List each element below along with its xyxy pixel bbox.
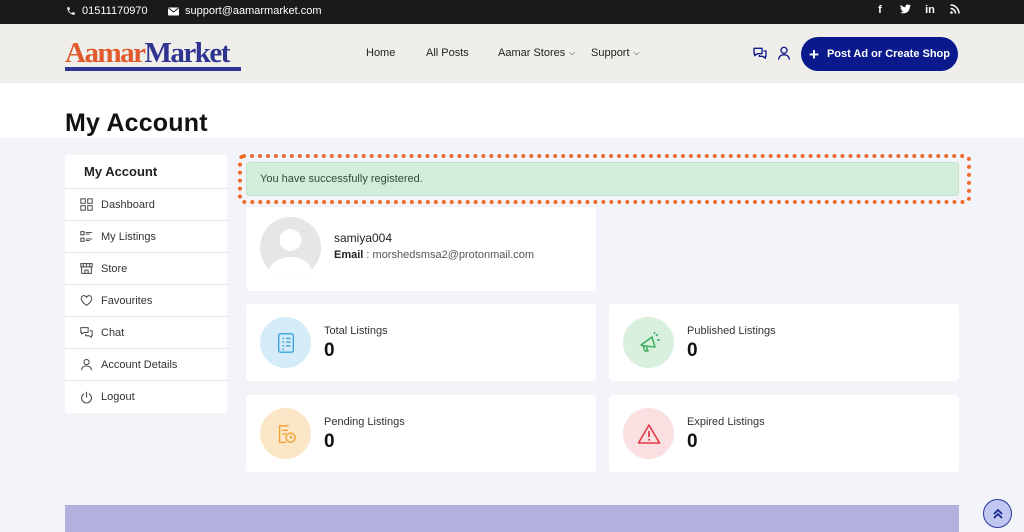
stat-label: Total Listings (324, 325, 388, 337)
top-bar: 01511170970 support@aamarmarket.com f in (0, 0, 1024, 24)
twitter-icon[interactable] (900, 4, 911, 17)
published-listings-card: Published Listings 0 (609, 304, 959, 381)
post-ad-button[interactable]: + Post Ad or Create Shop (801, 37, 958, 71)
phone-contact[interactable]: 01511170970 (66, 5, 148, 17)
nav-support[interactable]: Support ⌵ (591, 47, 640, 59)
user-icon (81, 358, 92, 371)
nav-aamar-stores[interactable]: Aamar Stores ⌵ (498, 47, 575, 59)
store-icon (80, 263, 93, 274)
heart-icon (80, 295, 93, 306)
dashboard-icon (80, 198, 93, 211)
footer-section (65, 505, 959, 532)
linkedin-icon[interactable]: in (925, 4, 935, 17)
chevron-down-icon: ⌵ (569, 48, 576, 57)
aamarmarket-logo[interactable]: AamarMarket (65, 38, 241, 72)
stat-label: Published Listings (687, 325, 776, 337)
scroll-to-top-button[interactable] (983, 499, 1012, 528)
power-icon (81, 391, 92, 403)
envelope-icon (168, 7, 179, 15)
phone-icon (67, 7, 75, 15)
pending-clock-icon (260, 408, 311, 459)
sidebar-item-logout[interactable]: Logout (65, 381, 227, 413)
sidebar-item-dashboard[interactable]: Dashboard (65, 189, 227, 221)
stat-value: 0 (324, 431, 335, 452)
success-alert: You have successfully registered. (246, 162, 959, 196)
double-chevron-up-icon (992, 508, 1003, 519)
social-links: f in (875, 4, 960, 17)
stat-value: 0 (687, 431, 698, 452)
support-email: support@aamarmarket.com (185, 5, 322, 17)
sidebar-item-store[interactable]: Store (65, 253, 227, 285)
nav-home[interactable]: Home (366, 47, 395, 59)
user-account-icon[interactable] (776, 45, 792, 61)
sidebar-item-chat[interactable]: Chat (65, 317, 227, 349)
avatar (260, 217, 321, 278)
nav-all-posts[interactable]: All Posts (426, 47, 469, 59)
expired-listings-card: Expired Listings 0 (609, 395, 959, 472)
username: samiya004 (334, 231, 393, 245)
phone-number: 01511170970 (82, 5, 148, 17)
list-icon (260, 317, 311, 368)
sidebar-item-favourites[interactable]: Favourites (65, 285, 227, 317)
stat-label: Pending Listings (324, 416, 405, 428)
sidebar-title: My Account (65, 155, 227, 189)
chat-icon (80, 327, 93, 338)
profile-email: Email : morshedsmsa2@protonmail.com (334, 249, 535, 261)
facebook-icon[interactable]: f (875, 4, 885, 17)
stat-value: 0 (687, 340, 698, 361)
stat-value: 0 (324, 340, 335, 361)
megaphone-icon (623, 317, 674, 368)
warning-icon (623, 408, 674, 459)
email-contact[interactable]: support@aamarmarket.com (168, 5, 322, 17)
pending-listings-card: Pending Listings 0 (246, 395, 596, 472)
chevron-down-icon: ⌵ (633, 48, 640, 57)
listings-icon (80, 231, 93, 242)
rss-icon[interactable] (950, 4, 960, 17)
chat-icon[interactable] (752, 45, 768, 61)
sidebar-item-account-details[interactable]: Account Details (65, 349, 227, 381)
plus-icon: + (809, 44, 819, 64)
total-listings-card: Total Listings 0 (246, 304, 596, 381)
page-title: My Account (65, 109, 208, 137)
stat-label: Expired Listings (687, 416, 765, 428)
profile-card: samiya004 Email : morshedsmsa2@protonmai… (246, 207, 596, 291)
account-sidebar: My Account Dashboard My Listings Store F… (65, 155, 227, 413)
main-navbar: AamarMarket Home All Posts Aamar Stores ⌵… (0, 24, 1024, 83)
sidebar-item-my-listings[interactable]: My Listings (65, 221, 227, 253)
